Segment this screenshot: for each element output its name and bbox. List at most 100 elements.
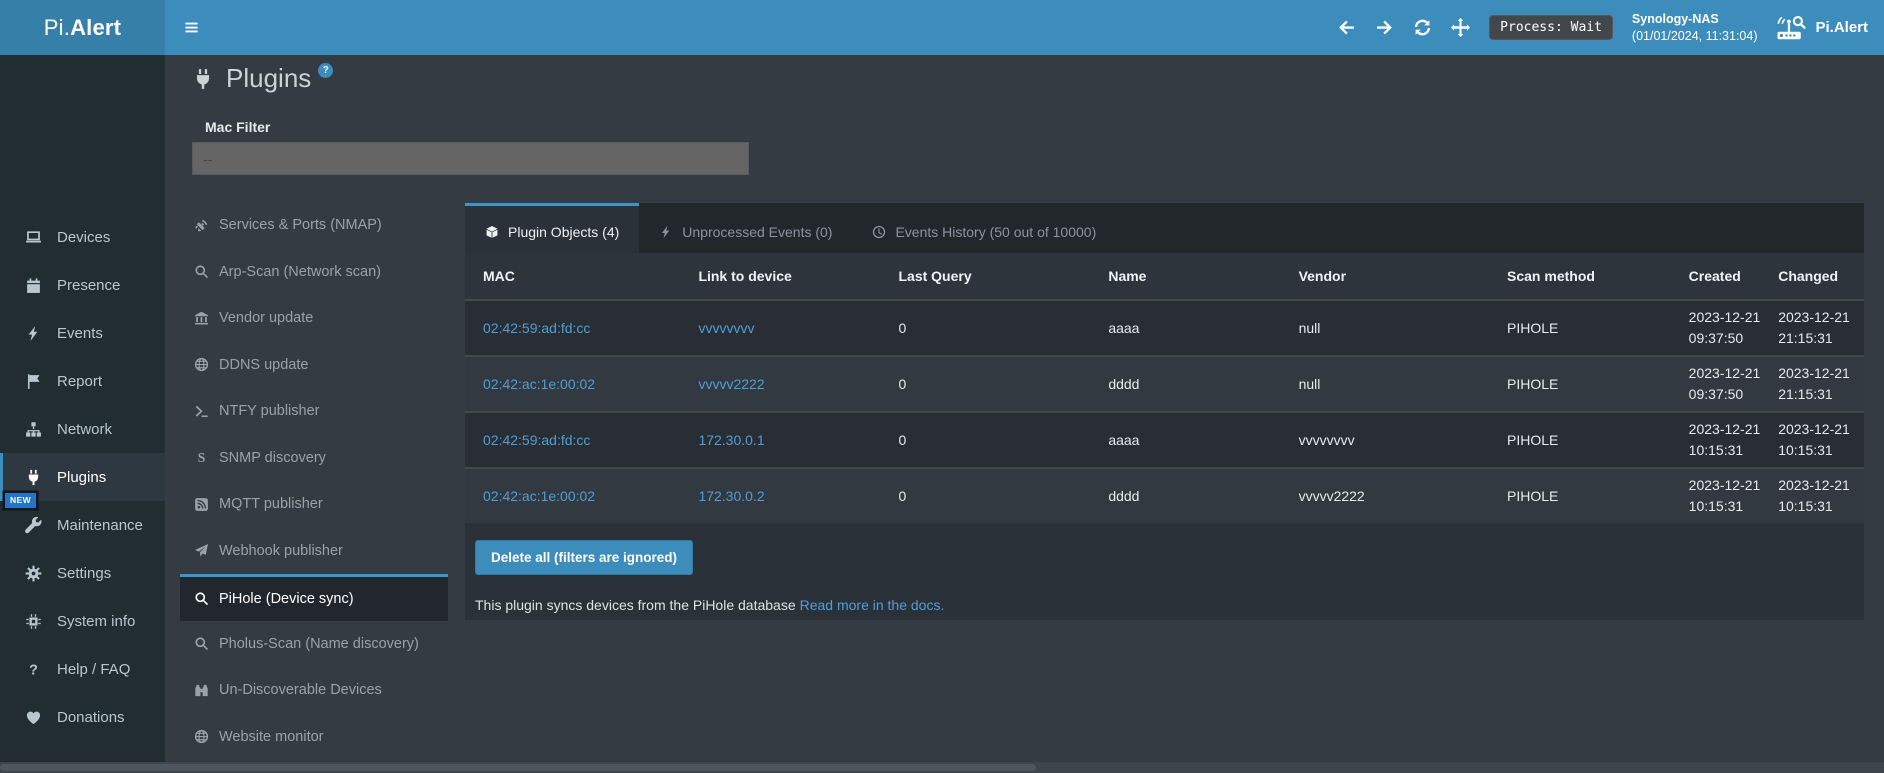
move-arrows-icon[interactable] [1451,18,1470,37]
sidebar-logo-router-search-icon [0,55,19,75]
svg-text:?: ? [29,662,38,677]
plugin-nav: Services & Ports (NMAP) Arp-Scan (Networ… [180,202,448,760]
plugin-nav-item-label: Pholus-Scan (Name discovery) [219,636,419,652]
plugin-nav-item-label: MQTT publisher [219,496,323,512]
horizontal-scrollbar-thumb[interactable] [0,764,1036,771]
sidebar-item[interactable]: Donations [0,693,165,741]
plugin-nav-item[interactable]: MQTT publisher [180,481,448,528]
delete-all-button[interactable]: Delete all (filters are ignored) [475,540,693,575]
topbar-app-name: Pi.Alert [1815,19,1868,36]
plugin-nav-item[interactable]: Services & Ports (NMAP) [180,202,448,249]
sidebar-menu: Devices Presence Events Report Network [0,213,165,741]
table-header-cell: Scan method [1489,253,1681,300]
cell-scan-method: PIHOLE [1489,300,1681,356]
plugin-nav-item[interactable]: S SNMP discovery [180,435,448,482]
cell-last-query: 0 [880,412,1090,468]
plugin-nav-item-icon: S [194,450,209,465]
mac-link[interactable]: 02:42:ac:1e:00:02 [483,488,595,504]
plugin-nav-item-icon [194,591,209,606]
plugin-nav-item-icon [194,497,209,512]
sidebar-item[interactable]: Maintenance NEW [0,501,165,549]
sidebar-item[interactable]: Events [0,309,165,357]
host-time: (01/01/2024, 11:31:04) [1632,28,1758,45]
tab-label: Unprocessed Events (0) [682,224,832,240]
device-link[interactable]: vvvvv2222 [698,376,764,392]
sidebar-item-icon [25,229,42,246]
device-link[interactable]: vvvvvvvv [698,320,754,336]
sidebar-item[interactable]: Devices [0,213,165,261]
sidebar-item[interactable]: Presence [0,261,165,309]
plugin-nav-item[interactable]: Pholus-Scan (Name discovery) [180,621,448,668]
device-link[interactable]: 172.30.0.2 [698,488,764,504]
tab-label: Events History (50 out of 10000) [895,224,1096,240]
nav-forward-icon[interactable] [1375,18,1394,37]
sidebar-item-label: Settings [57,565,111,582]
tab[interactable]: Events History (50 out of 10000) [852,203,1116,253]
sidebar-item-icon [25,613,42,630]
sidebar-item[interactable]: Report [0,357,165,405]
sidebar-item-label: Presence [57,277,120,294]
plugin-nav-item[interactable]: Vendor update [180,295,448,342]
sidebar-item[interactable]: System info [0,597,165,645]
sidebar: Devices Presence Events Report Network [0,55,165,773]
plugin-nav-item[interactable]: DDNS update [180,342,448,389]
sidebar-item-label: Devices [57,229,110,246]
mac-filter-input[interactable] [192,142,749,175]
cell-vendor: vvvvv2222 [1281,468,1489,523]
tab-label: Plugin Objects (4) [508,224,619,240]
sidebar-item-icon [25,469,42,486]
table-header-cell: Changed [1770,253,1864,300]
sidebar-item-label: Maintenance [57,517,143,534]
cell-name: aaaa [1090,300,1280,356]
table-header-cell: Vendor [1281,253,1489,300]
table-header-cell: Name [1090,253,1280,300]
sidebar-item[interactable]: Network [0,405,165,453]
device-link[interactable]: 172.30.0.1 [698,432,764,448]
host-info: Synology-NAS (01/01/2024, 11:31:04) [1632,11,1758,45]
plugin-nav-item-label: Un-Discoverable Devices [219,682,382,698]
sidebar-item-icon: ? [25,661,42,678]
refresh-icon[interactable] [1413,18,1432,37]
sidebar-item-icon [25,565,42,582]
cell-mac: 02:42:59:ad:fd:cc [465,412,680,468]
sidebar-item[interactable]: ? Help / FAQ [0,645,165,693]
help-badge[interactable]: ? [318,63,333,78]
cell-last-query: 0 [880,468,1090,523]
tab[interactable]: Unprocessed Events (0) [639,203,852,253]
sidebar-item-label: Plugins [57,469,106,486]
docs-link[interactable]: Read more in the docs. [800,597,945,613]
sidebar-toggle-icon[interactable] [181,20,201,36]
cell-name: aaaa [1090,412,1280,468]
tab[interactable]: Plugin Objects (4) [465,203,639,253]
sidebar-item-icon [25,325,42,342]
cell-created: 2023-12-21 10:15:31 [1681,412,1771,468]
mac-link[interactable]: 02:42:59:ad:fd:cc [483,432,590,448]
cell-mac: 02:42:ac:1e:00:02 [465,468,680,523]
cell-scan-method: PIHOLE [1489,468,1681,523]
table-header-row: MACLink to deviceLast QueryNameVendorSca… [465,253,1864,300]
main-content: Plugins ? Mac Filter Services & Ports (N… [165,55,1884,773]
plugin-nav-item[interactable]: Webhook publisher [180,528,448,575]
sidebar-item-label: Events [57,325,103,342]
plugin-nav-item[interactable]: Website monitor [180,714,448,761]
mac-link[interactable]: 02:42:59:ad:fd:cc [483,320,590,336]
cell-name: dddd [1090,356,1280,412]
plugin-nav-item[interactable]: Arp-Scan (Network scan) [180,249,448,296]
sidebar-item-label: Help / FAQ [57,661,130,678]
sidebar-item[interactable]: Settings [0,549,165,597]
nav-back-icon[interactable] [1337,18,1356,37]
plugin-nav-item[interactable]: PiHole (Device sync) [180,574,448,621]
page-header: Plugins ? [192,60,333,96]
plugin-nav-item-icon [194,729,209,744]
cell-scan-method: PIHOLE [1489,412,1681,468]
tab-icon [872,225,886,239]
tab-icon [485,225,499,239]
plugin-nav-item-label: Vendor update [219,310,313,326]
top-navbar: Pi.Alert Process: Wait Synology-NAS (01/… [0,0,1884,55]
mac-link[interactable]: 02:42:ac:1e:00:02 [483,376,595,392]
plugin-nav-item[interactable]: Un-Discoverable Devices [180,667,448,714]
tab-strip: Plugin Objects (4) Unprocessed Events (0… [465,203,1864,253]
cell-link-to-device: vvvvvvvv [680,300,880,356]
horizontal-scrollbar[interactable] [0,762,1884,773]
plugin-nav-item[interactable]: NTFY publisher [180,388,448,435]
